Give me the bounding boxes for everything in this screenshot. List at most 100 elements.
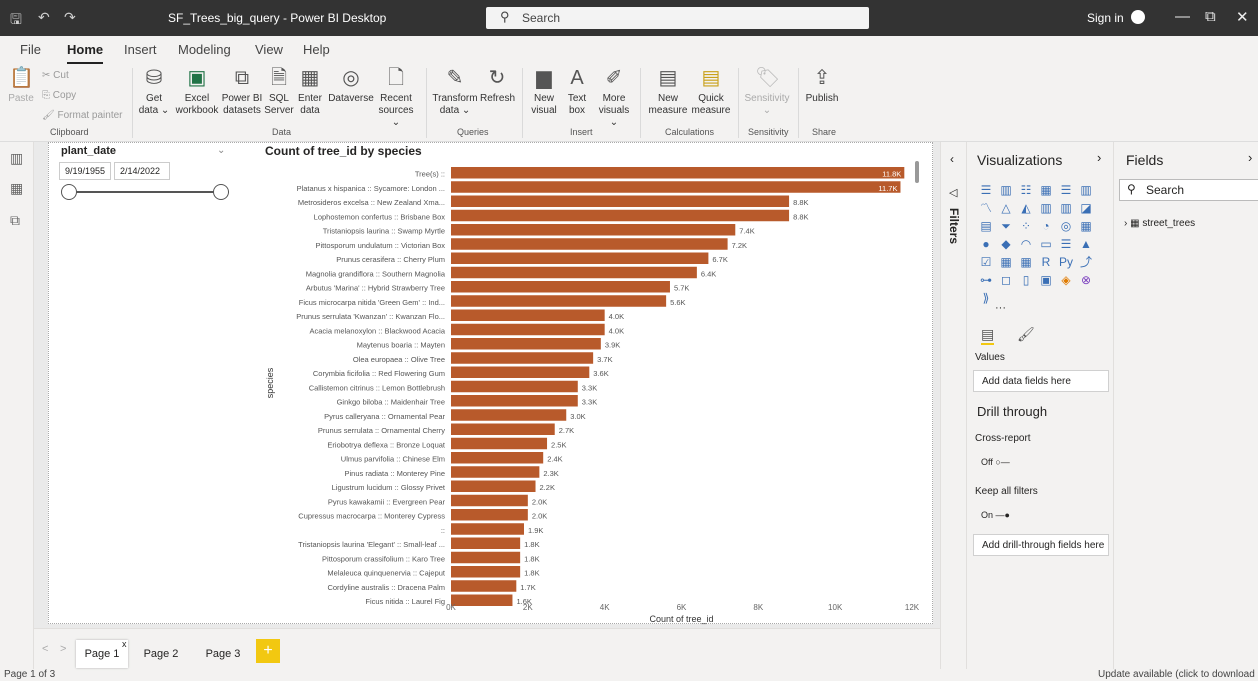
clustered-column-icon[interactable]: ▥ [999, 184, 1013, 196]
python-visual-icon[interactable]: Py [1059, 256, 1073, 268]
multi-row-card-icon[interactable]: ☰ [1059, 238, 1073, 250]
donut-icon[interactable]: ◎ [1059, 220, 1073, 232]
bar[interactable] [451, 523, 524, 535]
slicer-icon[interactable]: ☑ [979, 256, 993, 268]
data-view-icon[interactable]: ▦ [10, 180, 23, 197]
sign-in-link[interactable]: Sign in [1087, 11, 1124, 25]
next-page-arrow[interactable]: > [60, 643, 66, 655]
minimize-button[interactable]: — [1175, 8, 1190, 25]
chevron-right-icon[interactable]: › [1097, 150, 1101, 165]
card-icon[interactable]: ▭ [1039, 238, 1053, 250]
power-automate-icon[interactable]: ⊗ [1079, 274, 1093, 286]
line-chart-icon[interactable]: 〽 [979, 202, 993, 214]
bar[interactable] [451, 566, 521, 578]
bar[interactable] [451, 224, 736, 236]
bar[interactable] [451, 209, 790, 222]
keep-filters-toggle[interactable]: On —● [981, 510, 1010, 520]
bar[interactable] [451, 537, 521, 550]
undo-icon[interactable]: ↶ [38, 9, 50, 26]
more-visuals-ellipsis[interactable]: ··· [995, 302, 1006, 314]
filters-label[interactable]: Filters [947, 208, 961, 244]
tab-page-3[interactable]: Page 3 [198, 640, 248, 668]
close-tab-icon[interactable]: x [122, 639, 127, 649]
values-drop-zone[interactable]: Add data fields here [973, 370, 1109, 392]
bar[interactable] [451, 352, 594, 364]
bar[interactable] [451, 323, 605, 336]
pbi-datasets-button[interactable]: ⧉ Power BI datasets [221, 66, 263, 117]
bar[interactable] [451, 309, 605, 322]
bar[interactable] [451, 437, 548, 450]
narrative-icon[interactable]: ▯ [1019, 274, 1033, 286]
qa-icon[interactable]: ◻ [999, 274, 1013, 286]
menu-view[interactable]: View [255, 42, 283, 57]
waterfall-icon[interactable]: ▤ [979, 220, 993, 232]
bar[interactable] [451, 338, 601, 350]
quick-measure-button[interactable]: ▤ Quick measure [690, 66, 732, 117]
bar[interactable] [451, 580, 517, 592]
treemap-icon[interactable]: ▦ [1079, 220, 1093, 232]
stacked-bar-100-icon[interactable]: ☷ [1019, 184, 1033, 196]
bar[interactable] [451, 167, 905, 179]
close-button[interactable]: ✕ [1236, 8, 1249, 26]
chevron-right-icon[interactable]: › [1248, 150, 1252, 165]
sql-server-button[interactable]: 🗎 SQL Server [264, 66, 294, 117]
bar[interactable] [451, 423, 555, 436]
prev-page-arrow[interactable]: < [42, 643, 48, 655]
area-chart-icon[interactable]: △ [999, 202, 1013, 214]
refresh-button[interactable]: ↻ Refresh [480, 66, 515, 105]
get-data-button[interactable]: ⛁ Get data ⌄ [136, 66, 172, 117]
filled-map-icon[interactable]: ◆ [999, 238, 1013, 250]
menu-home[interactable]: Home [67, 42, 104, 64]
bar[interactable] [451, 551, 521, 564]
more-visuals-button[interactable]: ✐ More visuals ⌄ [596, 66, 632, 129]
table-icon[interactable]: ▦ [999, 256, 1013, 268]
ribbon-chart-icon[interactable]: ◪ [1079, 202, 1093, 214]
format-paint-roller-icon[interactable]: 🖌 [1017, 326, 1035, 343]
matrix-icon[interactable]: ▦ [1019, 256, 1033, 268]
bar[interactable] [451, 395, 578, 407]
fields-search-input[interactable]: Search [1119, 179, 1258, 201]
field-table-street-trees[interactable]: › ▦ street_trees [1124, 218, 1195, 229]
paginated-report-icon[interactable]: ▣ [1039, 274, 1053, 286]
bar[interactable] [451, 238, 728, 250]
metrics-icon[interactable]: ⟫ [979, 292, 993, 304]
redo-icon[interactable]: ↷ [64, 9, 76, 26]
bar[interactable] [451, 452, 544, 464]
update-available-link[interactable]: Update available (click to download [1098, 669, 1255, 680]
stacked-area-icon[interactable]: ◭ [1019, 202, 1033, 214]
sensitivity-button[interactable]: 🏷 Sensitivity ⌄ [742, 66, 792, 117]
add-page-button[interactable]: + [256, 639, 280, 663]
restore-button[interactable]: ⧉ [1205, 8, 1216, 25]
bar-chart[interactable]: Tree(s) :: 11.8KPlatanus x hispanica :: S… [49, 143, 934, 625]
menu-modeling[interactable]: Modeling [178, 42, 231, 57]
line-stacked-column-icon[interactable]: ▥ [1059, 202, 1073, 214]
new-measure-button[interactable]: ▤ New measure [646, 66, 690, 117]
power-apps-icon[interactable]: ◈ [1059, 274, 1073, 286]
bar[interactable] [451, 366, 590, 379]
clustered-bar-icon[interactable]: ☰ [1059, 184, 1073, 196]
funnel-icon[interactable]: ⏷ [999, 220, 1013, 232]
drill-through-drop-zone[interactable]: Add drill-through fields here [973, 534, 1109, 556]
enter-data-button[interactable]: ▦ Enter data [296, 66, 324, 117]
bar[interactable] [451, 380, 578, 393]
bar[interactable] [451, 509, 528, 521]
bar[interactable] [451, 195, 790, 208]
gauge-icon[interactable]: ◠ [1019, 238, 1033, 250]
bar[interactable] [451, 266, 697, 279]
copy-button[interactable]: ⎘ Copy [42, 90, 76, 101]
recent-sources-button[interactable]: 🗋 Recent sources ⌄ [376, 66, 416, 129]
chevron-left-icon[interactable]: ‹ [950, 152, 954, 166]
column-100-icon[interactable]: ▦ [1039, 184, 1053, 196]
stacked-bar-icon[interactable]: ☰ [979, 184, 993, 196]
bar[interactable] [451, 252, 709, 265]
cross-report-toggle[interactable]: Off ○— [981, 457, 1010, 467]
bar[interactable] [451, 281, 670, 293]
paste-button[interactable]: 📋 Paste [6, 66, 36, 105]
bar[interactable] [451, 295, 667, 307]
bar[interactable] [451, 409, 567, 421]
bar[interactable] [451, 181, 901, 193]
menu-help[interactable]: Help [303, 42, 330, 57]
stacked-column-icon[interactable]: ▥ [1079, 184, 1093, 196]
menu-file[interactable]: File [20, 42, 41, 57]
tab-page-1[interactable]: Page 1 x [76, 639, 128, 668]
